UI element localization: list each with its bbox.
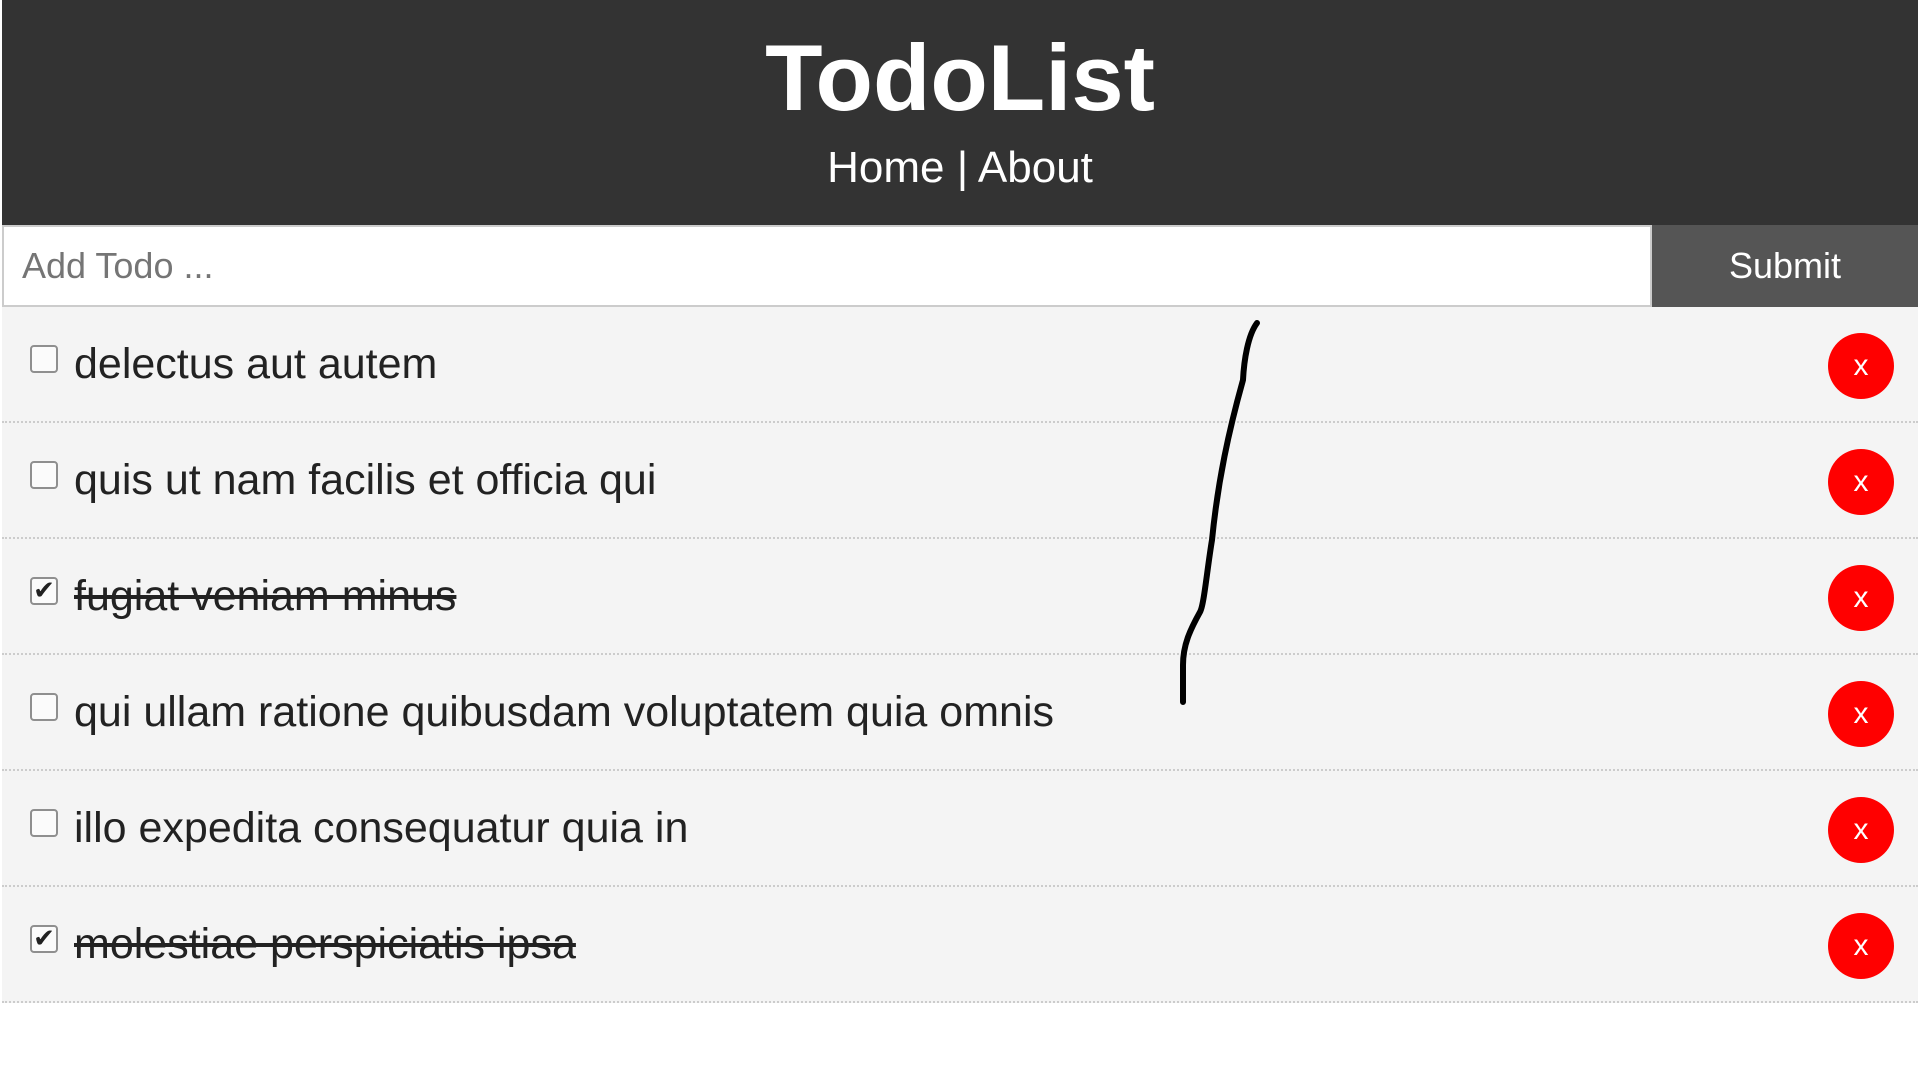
todo-title: molestiae perspiciatis ipsa	[74, 920, 576, 968]
todo-list: delectus aut autem x quis ut nam facilis…	[2, 307, 1918, 1003]
todo-item: qui ullam ratione quibusdam voluptatem q…	[2, 655, 1918, 771]
add-todo-form: Submit	[2, 225, 1918, 307]
todo-app: TodoList Home | About Submit delectus au…	[0, 0, 1920, 1080]
delete-todo-button[interactable]: x	[1828, 681, 1894, 747]
delete-todo-button[interactable]: x	[1828, 449, 1894, 515]
todo-title: delectus aut autem	[74, 340, 438, 388]
nav-link-about[interactable]: About	[978, 143, 1093, 192]
todo-checkbox[interactable]	[30, 345, 58, 373]
app-title: TodoList	[765, 25, 1155, 130]
nav-link-home[interactable]: Home	[827, 143, 944, 192]
delete-todo-button[interactable]: x	[1828, 797, 1894, 863]
submit-button[interactable]: Submit	[1652, 225, 1918, 307]
delete-todo-button[interactable]: x	[1828, 333, 1894, 399]
todo-title: fugiat veniam minus	[74, 572, 457, 620]
todo-title: qui ullam ratione quibusdam voluptatem q…	[74, 688, 1054, 736]
todo-checkbox[interactable]	[30, 693, 58, 721]
todo-item: illo expedita consequatur quia in x	[2, 771, 1918, 887]
delete-todo-button[interactable]: x	[1828, 565, 1894, 631]
todo-checkbox[interactable]: ✔	[30, 577, 58, 605]
todo-item: delectus aut autem x	[2, 307, 1918, 423]
todo-checkbox[interactable]: ✔	[30, 925, 58, 953]
nav-separator: |	[944, 143, 978, 192]
main-nav: Home | About	[2, 142, 1918, 194]
app-header: TodoList Home | About	[2, 0, 1918, 225]
delete-todo-button[interactable]: x	[1828, 913, 1894, 979]
todo-title: quis ut nam facilis et officia qui	[74, 456, 657, 504]
add-todo-input[interactable]	[2, 225, 1652, 307]
todo-title: illo expedita consequatur quia in	[74, 804, 689, 852]
todo-item: ✔ fugiat veniam minus x	[2, 539, 1918, 655]
todo-checkbox[interactable]	[30, 461, 58, 489]
todo-checkbox[interactable]	[30, 809, 58, 837]
todo-item: ✔ molestiae perspiciatis ipsa x	[2, 887, 1918, 1003]
todo-item: quis ut nam facilis et officia qui x	[2, 423, 1918, 539]
